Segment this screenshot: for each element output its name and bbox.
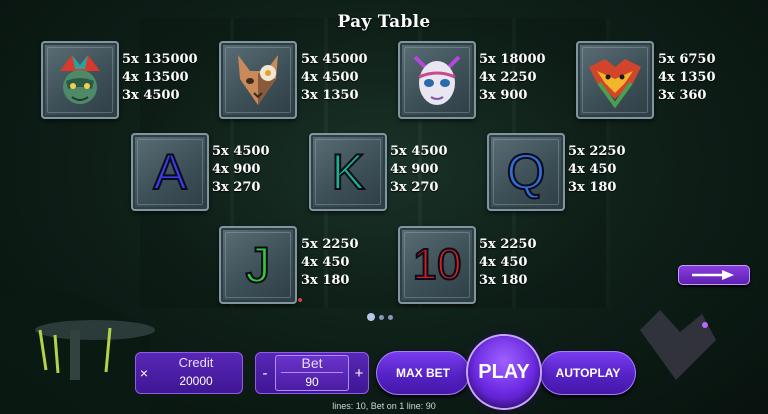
autoplay-label: AUTOPLAY bbox=[555, 366, 621, 380]
max-bet-button[interactable]: MAX BET bbox=[376, 351, 470, 395]
payout-line: 5x 2250 bbox=[301, 237, 359, 252]
ten-payouts: 5x 2250 4x 450 3x 180 bbox=[479, 236, 537, 290]
letter-j-glyph: J bbox=[245, 237, 272, 293]
minus-icon: - bbox=[262, 364, 268, 382]
white-mask-icon bbox=[413, 55, 461, 105]
credit-value: 20000 bbox=[179, 374, 213, 388]
jester-mask-icon bbox=[60, 55, 100, 104]
payout-line: 4x 1350 bbox=[658, 70, 716, 85]
payout-line: 3x 180 bbox=[568, 180, 617, 195]
payout-line: 3x 360 bbox=[658, 88, 707, 103]
payout-line: 3x 270 bbox=[390, 180, 439, 195]
arrow-right-icon bbox=[692, 270, 734, 280]
payout-line: 3x 180 bbox=[479, 273, 528, 288]
payout-line: 4x 450 bbox=[479, 255, 528, 270]
payout-line: 4x 450 bbox=[301, 255, 350, 270]
payout-line: 4x 900 bbox=[212, 162, 261, 177]
bet-value: 90 bbox=[305, 375, 319, 389]
payout-line: 5x 135000 bbox=[122, 52, 198, 67]
bet-divider bbox=[281, 372, 343, 373]
payout-line: 3x 900 bbox=[479, 88, 528, 103]
page-dot-2[interactable] bbox=[379, 314, 384, 320]
payout-line: 4x 900 bbox=[390, 162, 439, 177]
ten-glyph: 10 bbox=[412, 240, 463, 289]
page-dot-1[interactable] bbox=[367, 313, 375, 321]
play-button[interactable]: PLAY bbox=[468, 336, 540, 408]
autoplay-button[interactable]: AUTOPLAY bbox=[540, 351, 636, 395]
letter-q-payouts: 5x 2250 4x 450 3x 180 bbox=[568, 143, 626, 197]
letter-k-payouts: 5x 4500 4x 900 3x 270 bbox=[390, 143, 448, 197]
pay-table-title: Pay Table bbox=[337, 12, 431, 32]
tribal-mask-payouts: 5x 6750 4x 1350 3x 360 bbox=[658, 51, 716, 105]
credit-label: Credit bbox=[178, 355, 214, 370]
credit-display: Credit 20000 bbox=[155, 355, 237, 391]
letter-k-glyph: K bbox=[330, 144, 365, 200]
payout-line: 4x 2250 bbox=[479, 70, 537, 85]
next-page-button[interactable] bbox=[678, 265, 750, 285]
pagination-dots bbox=[367, 313, 393, 321]
payout-line: 5x 2250 bbox=[479, 237, 537, 252]
payout-line: 4x 13500 bbox=[122, 70, 189, 85]
payout-line: 4x 4500 bbox=[301, 70, 359, 85]
close-icon: × bbox=[139, 365, 149, 381]
cat-symbol-tile bbox=[219, 41, 297, 119]
letter-k-symbol-tile: K bbox=[309, 133, 387, 211]
payout-line: 3x 1350 bbox=[301, 88, 359, 103]
payout-line: 3x 180 bbox=[301, 273, 350, 288]
max-bet-label: MAX BET bbox=[396, 366, 450, 380]
letter-j-payouts: 5x 2250 4x 450 3x 180 bbox=[301, 236, 359, 290]
credit-panel: × Credit 20000 bbox=[135, 352, 243, 394]
payout-line: 5x 18000 bbox=[479, 52, 546, 67]
tribal-mask-symbol-tile bbox=[576, 41, 654, 119]
cat-mask-icon bbox=[238, 55, 278, 105]
decrease-bet-button[interactable]: - bbox=[257, 352, 273, 394]
jester-symbol-tile bbox=[41, 41, 119, 119]
white-mask-symbol-tile bbox=[398, 41, 476, 119]
letter-j-symbol-tile: J bbox=[219, 226, 297, 304]
payout-line: 3x 270 bbox=[212, 180, 261, 195]
bet-label: Bet bbox=[301, 355, 323, 371]
payout-line: 5x 45000 bbox=[301, 52, 368, 67]
letter-q-glyph: Q bbox=[506, 144, 547, 200]
plus-icon: + bbox=[354, 364, 364, 382]
payout-line: 5x 4500 bbox=[390, 144, 448, 159]
payout-line: 5x 2250 bbox=[568, 144, 626, 159]
letter-q-symbol-tile: Q bbox=[487, 133, 565, 211]
payout-line: 4x 450 bbox=[568, 162, 617, 177]
ten-symbol-tile: 10 bbox=[398, 226, 476, 304]
play-label: PLAY bbox=[478, 360, 530, 383]
close-button[interactable]: × bbox=[135, 352, 153, 394]
payout-line: 5x 6750 bbox=[658, 52, 716, 67]
jester-payouts: 5x 135000 4x 13500 3x 4500 bbox=[122, 51, 198, 105]
tribal-mask-icon bbox=[589, 59, 641, 109]
payout-line: 3x 4500 bbox=[122, 88, 180, 103]
letter-a-payouts: 5x 4500 4x 900 3x 270 bbox=[212, 143, 270, 197]
letter-a-glyph: A bbox=[152, 144, 187, 200]
cat-payouts: 5x 45000 4x 4500 3x 1350 bbox=[301, 51, 368, 105]
bet-info-footer: lines: 10, Bet on 1 line: 90 bbox=[332, 401, 436, 411]
increase-bet-button[interactable]: + bbox=[351, 352, 367, 394]
bet-panel: - Bet 90 + bbox=[255, 352, 369, 394]
letter-a-symbol-tile: A bbox=[131, 133, 209, 211]
white-mask-payouts: 5x 18000 4x 2250 3x 900 bbox=[479, 51, 546, 105]
page-dot-3[interactable] bbox=[388, 314, 393, 320]
payout-line: 5x 4500 bbox=[212, 144, 270, 159]
bet-display: Bet 90 bbox=[275, 355, 349, 391]
